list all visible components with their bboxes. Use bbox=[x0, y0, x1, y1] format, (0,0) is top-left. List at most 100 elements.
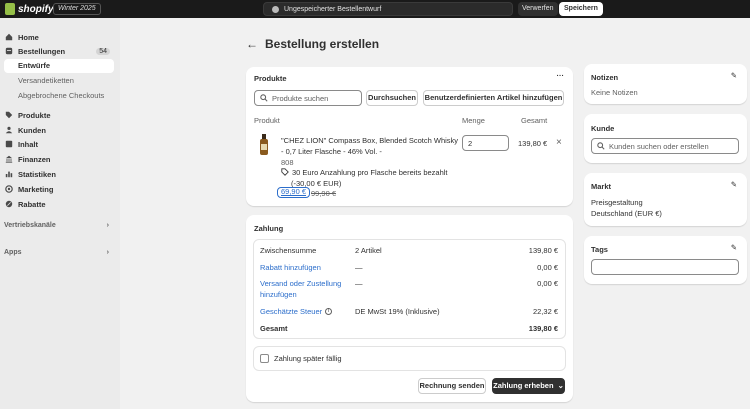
unsaved-text: Ungespeicherter Bestellentwurf bbox=[284, 5, 382, 13]
add-custom-item-button[interactable]: Benutzerdefinierten Artikel hinzufügen bbox=[423, 90, 564, 106]
edit-pencil-icon[interactable]: ✎ bbox=[731, 71, 737, 80]
apps-label: Apps bbox=[4, 249, 22, 256]
tax-amount: 22,32 € bbox=[532, 307, 558, 316]
add-shipping-link[interactable]: Versand oder Zustellung bbox=[260, 279, 341, 288]
unsaved-banner: Ungespeicherter Bestellentwurf bbox=[263, 2, 513, 16]
sales-channels-section[interactable]: Vertriebskanäle › bbox=[4, 222, 114, 229]
payment-title: Zahlung bbox=[254, 224, 284, 233]
tag-icon bbox=[5, 111, 13, 119]
original-price: 99,90 € bbox=[311, 189, 337, 198]
sidebar-item-customers[interactable]: Kunden bbox=[4, 123, 114, 137]
product-name-line1[interactable]: "CHEZ LION" Compass Box, Blended Scotch … bbox=[281, 136, 458, 145]
total-label: Gesamt bbox=[260, 324, 288, 333]
sidebar-item-abandoned-checkouts[interactable]: Abgebrochene Checkouts bbox=[18, 89, 104, 103]
estimated-tax-link[interactable]: Geschätzte Steuer bbox=[260, 307, 322, 316]
customer-card: Kunde Kunden suchen oder erstellen bbox=[584, 114, 747, 163]
home-icon bbox=[5, 33, 13, 41]
send-invoice-button[interactable]: Rechnung senden bbox=[418, 378, 486, 394]
quantity-input[interactable]: 2 bbox=[462, 135, 509, 151]
customer-title: Kunde bbox=[591, 124, 615, 133]
product-search-placeholder: Produkte suchen bbox=[272, 93, 329, 103]
column-header-quantity: Menge bbox=[462, 116, 485, 125]
sidebar-item-home[interactable]: Home bbox=[4, 30, 114, 44]
product-search-input[interactable]: Produkte suchen bbox=[254, 90, 362, 106]
estimated-tax-row[interactable]: Geschätzte Steuer i bbox=[260, 307, 333, 316]
sales-channels-label: Vertriebskanäle bbox=[4, 222, 56, 229]
customer-search-placeholder: Kunden suchen oder erstellen bbox=[609, 141, 709, 151]
shopify-logo[interactable]: shopify bbox=[5, 3, 54, 15]
edit-pencil-icon[interactable]: ✎ bbox=[731, 180, 737, 189]
sidebar-item-marketing[interactable]: Marketing bbox=[4, 182, 114, 196]
sidebar-item-content[interactable]: Inhalt bbox=[4, 137, 114, 151]
market-title: Markt bbox=[591, 182, 612, 191]
remove-item-icon[interactable]: × bbox=[556, 137, 562, 148]
product-name-line2[interactable]: - 0,7 Liter Flasche - 46% Vol. - bbox=[281, 147, 382, 156]
customer-search-input[interactable]: Kunden suchen oder erstellen bbox=[591, 138, 739, 154]
payment-due-later-row: Zahlung später fällig bbox=[253, 346, 566, 371]
payment-summary: Zwischensumme 2 Artikel 139,80 € Rabatt … bbox=[253, 239, 566, 339]
orders-icon bbox=[5, 47, 13, 55]
sidebar-item-analytics[interactable]: Statistiken bbox=[4, 167, 114, 181]
back-arrow-icon[interactable]: ← bbox=[246, 37, 258, 51]
collect-payment-button[interactable]: Zahlung erheben ⌄ bbox=[492, 378, 565, 394]
save-button[interactable]: Speichern bbox=[559, 2, 603, 16]
discount-line: 30 Euro Anzahlung pro Flasche bereits be… bbox=[281, 168, 448, 177]
edit-pencil-icon[interactable]: ✎ bbox=[731, 243, 737, 252]
chevron-right-icon: › bbox=[106, 249, 109, 256]
chevron-down-icon: ⌄ bbox=[557, 381, 564, 390]
target-icon bbox=[5, 185, 13, 193]
chevron-right-icon: › bbox=[106, 222, 109, 229]
orders-count-badge: 54 bbox=[96, 47, 110, 55]
payment-card: Zahlung Zwischensumme 2 Artikel 139,80 €… bbox=[246, 215, 573, 402]
payment-due-later-label: Zahlung später fällig bbox=[274, 354, 342, 363]
sidebar-item-label: Rabatte bbox=[18, 199, 46, 209]
sidebar-item-label: Produkte bbox=[18, 110, 51, 120]
collect-payment-label: Zahlung erheben bbox=[493, 381, 554, 390]
discount-text: 30 Euro Anzahlung pro Flasche bereits be… bbox=[292, 168, 448, 177]
sidebar-item-label: Marketing bbox=[18, 184, 54, 194]
sidebar-item-products[interactable]: Produkte bbox=[4, 108, 114, 122]
sidebar-item-drafts[interactable]: Entwürfe bbox=[4, 59, 114, 73]
add-shipping-link-line2[interactable]: hinzufügen bbox=[260, 290, 297, 299]
sidebar-item-discounts[interactable]: Rabatte bbox=[4, 197, 114, 211]
sidebar-item-label: Finanzen bbox=[18, 154, 51, 164]
apps-section[interactable]: Apps › bbox=[4, 249, 114, 256]
line-total: 139,80 € bbox=[518, 139, 548, 148]
discount-dash: — bbox=[355, 263, 363, 272]
search-icon bbox=[597, 142, 605, 150]
info-icon[interactable]: i bbox=[325, 308, 333, 315]
shopify-bag-icon bbox=[5, 3, 15, 15]
brand-name: shopify bbox=[18, 3, 54, 15]
tags-input[interactable] bbox=[591, 259, 739, 275]
column-header-total: Gesamt bbox=[521, 116, 548, 125]
top-bar: shopify Winter 2025 Ungespeicherter Best… bbox=[0, 0, 750, 18]
person-icon bbox=[5, 126, 13, 134]
subtotal-items: 2 Artikel bbox=[355, 246, 382, 255]
sidebar-item-shipping-labels[interactable]: Versandetiketten bbox=[18, 74, 74, 88]
sidebar-item-finance[interactable]: Finanzen bbox=[4, 152, 114, 166]
total-amount: 139,80 € bbox=[528, 324, 558, 333]
tax-description: DE MwSt 19% (Inklusive) bbox=[355, 307, 440, 316]
add-discount-link[interactable]: Rabatt hinzufügen bbox=[260, 263, 321, 272]
edition-badge[interactable]: Winter 2025 bbox=[53, 3, 101, 15]
notes-card: Notizen ✎ Keine Notizen bbox=[584, 64, 747, 104]
discard-button[interactable]: Verwerfen bbox=[518, 2, 558, 16]
sidebar-item-label: Inhalt bbox=[18, 139, 38, 149]
subtotal-amount: 139,80 € bbox=[528, 246, 558, 255]
page-header: ← Bestellung erstellen bbox=[246, 37, 379, 51]
products-card: Produkte ··· Produkte suchen Durchsuchen… bbox=[246, 67, 573, 206]
discounted-price[interactable]: 69,90 € bbox=[277, 187, 311, 198]
sidebar: Home Bestellungen 54 Entwürfe Versandeti… bbox=[0, 18, 120, 409]
tags-card: Tags ✎ bbox=[584, 236, 747, 284]
tags-title: Tags bbox=[591, 245, 608, 254]
shipping-amount: 0,00 € bbox=[537, 279, 558, 288]
more-actions-icon[interactable]: ··· bbox=[557, 71, 565, 80]
browse-button[interactable]: Durchsuchen bbox=[366, 90, 418, 106]
payment-due-later-checkbox[interactable] bbox=[260, 354, 269, 363]
sidebar-item-label: Statistiken bbox=[18, 169, 56, 179]
sidebar-item-orders[interactable]: Bestellungen 54 bbox=[4, 44, 114, 58]
product-thumbnail[interactable] bbox=[258, 134, 270, 156]
notes-title: Notizen bbox=[591, 73, 619, 82]
page-title: Bestellung erstellen bbox=[265, 37, 380, 51]
discount-amount-total: 0,00 € bbox=[537, 263, 558, 272]
